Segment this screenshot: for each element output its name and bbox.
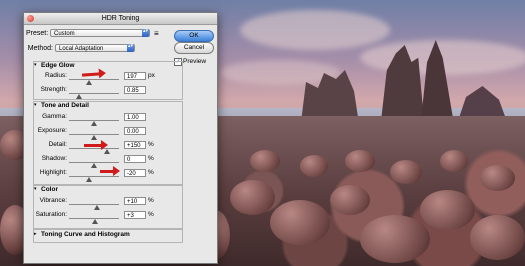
exposure-slider-thumb[interactable]: [91, 135, 97, 140]
radius-label: Radius:: [44, 72, 67, 79]
shadow-slider-thumb[interactable]: [91, 163, 97, 168]
vibrance-input[interactable]: +10: [124, 197, 146, 205]
method-select[interactable]: Local Adaptation ▴▾: [55, 44, 135, 52]
highlight-slider[interactable]: [69, 176, 119, 177]
vibrance-unit: %: [148, 197, 154, 204]
annotation-arrow-highlight: [100, 166, 120, 176]
preset-menu-icon[interactable]: ≡: [154, 29, 159, 38]
collapse-triangle-icon[interactable]: ▾: [34, 186, 37, 192]
shadow-label: Shadow:: [41, 155, 67, 162]
color-title: Color: [41, 186, 58, 193]
vibrance-slider-thumb[interactable]: [93, 205, 100, 210]
annotation-arrow-detail: [84, 140, 108, 150]
radius-slider[interactable]: [69, 79, 119, 80]
toning-curve-title: Toning Curve and Histogram: [41, 231, 130, 238]
strength-slider-thumb[interactable]: [76, 94, 82, 99]
preset-label: Preset:: [26, 30, 49, 37]
gamma-input[interactable]: 1.00: [124, 113, 146, 121]
edge-glow-title: Edge Glow: [41, 62, 75, 69]
highlight-slider-thumb[interactable]: [86, 177, 92, 182]
detail-input[interactable]: +150: [124, 141, 146, 149]
hdr-toning-dialog: HDR Toning Preset: Custom ▴▾ ≡ Method: L…: [23, 12, 218, 264]
exposure-input[interactable]: 0.00: [124, 127, 146, 135]
gamma-label: Gamma:: [42, 113, 67, 120]
detail-label: Detail:: [48, 141, 67, 148]
detail-slider[interactable]: [69, 148, 119, 149]
strength-input[interactable]: 0.85: [124, 86, 146, 94]
preview-label: Preview: [183, 58, 207, 65]
saturation-slider-thumb[interactable]: [91, 219, 98, 224]
shadow-unit: %: [148, 155, 154, 162]
method-label: Method:: [27, 45, 53, 52]
cancel-button[interactable]: Cancel: [174, 42, 214, 54]
collapse-triangle-icon[interactable]: ▾: [34, 62, 37, 68]
saturation-input[interactable]: +3: [124, 211, 146, 219]
tone-and-detail-title: Tone and Detail: [41, 102, 89, 109]
saturation-label: Saturation:: [35, 211, 67, 218]
select-arrows-icon: ▴▾: [127, 44, 134, 52]
radius-input[interactable]: 197: [124, 72, 146, 80]
gamma-slider-thumb[interactable]: [91, 121, 97, 126]
method-value: Local Adaptation: [59, 46, 104, 52]
highlight-unit: %: [148, 169, 154, 176]
close-window-icon[interactable]: [27, 15, 34, 22]
expand-triangle-icon[interactable]: ▸: [34, 231, 37, 237]
highlight-input[interactable]: -20: [124, 169, 146, 177]
preset-value: Custom: [54, 31, 75, 37]
radius-slider-thumb[interactable]: [85, 80, 92, 85]
collapse-triangle-icon[interactable]: ▾: [34, 102, 37, 108]
detail-unit: %: [148, 141, 154, 148]
window-title: HDR Toning: [101, 15, 140, 22]
saturation-unit: %: [148, 211, 154, 218]
vibrance-label: Vibrance:: [39, 197, 67, 204]
shadow-input[interactable]: 0: [124, 155, 146, 163]
preset-select[interactable]: Custom ▴▾: [50, 29, 150, 37]
title-bar[interactable]: HDR Toning: [24, 13, 217, 25]
select-arrows-icon: ▴▾: [142, 29, 149, 37]
radius-unit: px: [148, 72, 155, 79]
strength-label: Strength:: [40, 86, 67, 93]
ok-button[interactable]: OK: [174, 30, 214, 42]
highlight-label: Highlight:: [39, 169, 67, 176]
exposure-label: Exposure:: [37, 127, 67, 134]
